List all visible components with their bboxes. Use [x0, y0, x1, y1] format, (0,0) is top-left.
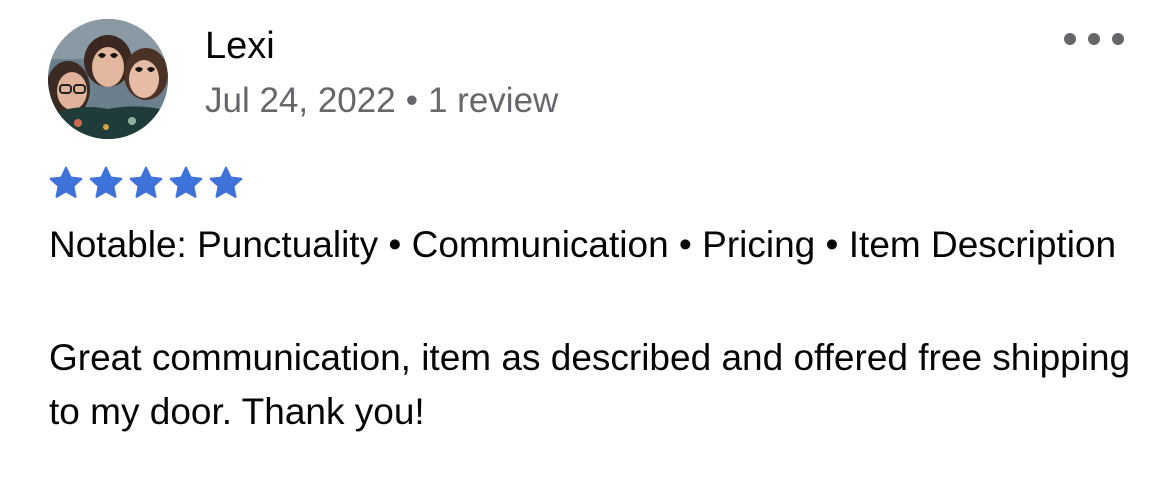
star-icon [129, 166, 163, 198]
star-icon [89, 166, 123, 198]
review-date: Jul 24, 2022 [205, 81, 396, 120]
star-icon [49, 166, 83, 198]
more-horizontal-icon-dot [1088, 33, 1100, 45]
star-rating [48, 165, 244, 201]
more-horizontal-icon-dot [1112, 33, 1124, 45]
reviewer-name[interactable]: Lexi [205, 23, 275, 69]
review-meta: Jul 24, 2022 • 1 review [205, 79, 558, 123]
review-card: Lexi Jul 24, 2022 • 1 review Notable: Punc… [0, 0, 1170, 487]
review-count[interactable]: 1 review [428, 81, 558, 120]
more-horizontal-icon [1064, 33, 1076, 45]
more-options-button[interactable] [1064, 24, 1124, 54]
avatar[interactable] [48, 19, 168, 139]
star-icon [169, 166, 203, 198]
star-icon [209, 166, 243, 198]
notable-tags: Notable: Punctuality • Communication • P… [49, 224, 1117, 265]
meta-separator: • [405, 81, 418, 120]
review-text: Great communication, item as described a… [49, 337, 1131, 432]
avatar-image [48, 19, 168, 139]
